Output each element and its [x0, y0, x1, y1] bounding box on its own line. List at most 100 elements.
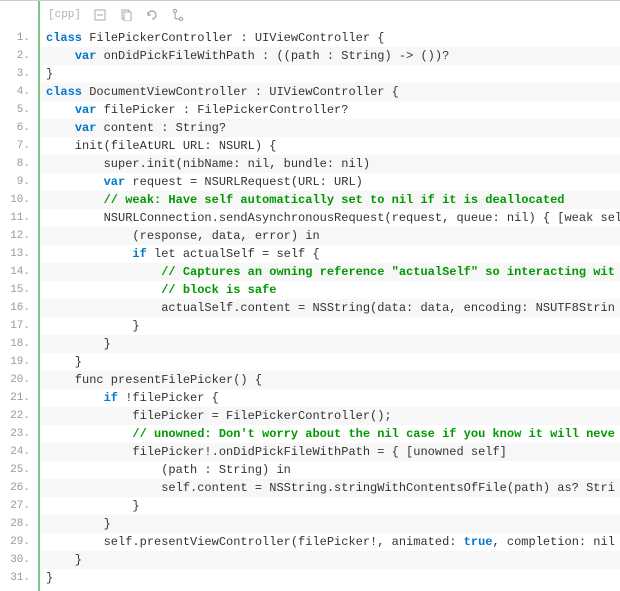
code-line: func presentFilePicker() {: [40, 371, 620, 389]
line-number: 20.: [0, 371, 38, 389]
line-number: 11.: [0, 209, 38, 227]
text-token: request = NSURLRequest(URL: URL): [125, 175, 363, 189]
code-line: // block is safe: [40, 281, 620, 299]
code-line: class DocumentViewController : UIViewCon…: [40, 83, 620, 101]
code-line: }: [40, 335, 620, 353]
line-number: 13.: [0, 245, 38, 263]
code-line: }: [40, 317, 620, 335]
text-token: [46, 121, 75, 135]
text-token: let actualSelf = self {: [147, 247, 320, 261]
code-snippet-container: 1.2.3.4.5.6.7.8.9.10.11.12.13.14.15.16.1…: [0, 0, 620, 591]
line-number: 23.: [0, 425, 38, 443]
line-number-gutter: 1.2.3.4.5.6.7.8.9.10.11.12.13.14.15.16.1…: [0, 1, 40, 591]
line-number: 1.: [0, 29, 38, 47]
text-token: (path : String) in: [46, 463, 291, 477]
line-number: 6.: [0, 119, 38, 137]
text-token: onDidPickFileWithPath : ((path : String)…: [96, 49, 449, 63]
code-line: init(fileAtURL URL: NSURL) {: [40, 137, 620, 155]
text-token: !filePicker {: [118, 391, 219, 405]
text-token: [46, 283, 161, 297]
line-number: 15.: [0, 281, 38, 299]
line-number: 8.: [0, 155, 38, 173]
line-number: 5.: [0, 101, 38, 119]
line-number: 28.: [0, 515, 38, 533]
code-line: self.content = NSString.stringWithConten…: [40, 479, 620, 497]
code-line: // Captures an owning reference "actualS…: [40, 263, 620, 281]
keyword-token: var: [75, 103, 97, 117]
line-number: 27.: [0, 497, 38, 515]
diff-icon[interactable]: [171, 8, 185, 22]
text-token: [46, 265, 161, 279]
code-line: var onDidPickFileWithPath : ((path : Str…: [40, 47, 620, 65]
text-token: actualSelf.content = NSString(data: data…: [46, 301, 615, 315]
code-line: NSURLConnection.sendAsynchronousRequest(…: [40, 209, 620, 227]
text-token: }: [46, 553, 82, 567]
text-token: func presentFilePicker() {: [46, 373, 262, 387]
line-number: 17.: [0, 317, 38, 335]
code-line: (response, data, error) in: [40, 227, 620, 245]
line-number: 26.: [0, 479, 38, 497]
comment-token: // block is safe: [161, 283, 276, 297]
code-line: }: [40, 353, 620, 371]
text-token: [46, 49, 75, 63]
code-line: self.presentViewController(filePicker!, …: [40, 533, 620, 551]
line-number: 9.: [0, 173, 38, 191]
code-line: super.init(nibName: nil, bundle: nil): [40, 155, 620, 173]
line-number: 10.: [0, 191, 38, 209]
text-token: , completion: nil: [492, 535, 614, 549]
code-line: }: [40, 497, 620, 515]
text-token: }: [46, 571, 53, 585]
keyword-token: class: [46, 85, 89, 99]
text-token: }: [46, 355, 82, 369]
text-token: }: [46, 67, 53, 81]
snippet-toolbar: [cpp]: [40, 1, 620, 29]
text-token: [46, 247, 132, 261]
text-token: FilePickerController : UIViewController …: [89, 31, 384, 45]
text-token: NSURLConnection.sendAsynchronousRequest(…: [46, 211, 620, 225]
line-number: 14.: [0, 263, 38, 281]
code-line: }: [40, 551, 620, 569]
comment-token: // weak: Have self automatically set to …: [104, 193, 565, 207]
code-line: }: [40, 65, 620, 83]
line-number: 31.: [0, 569, 38, 587]
line-number: 19.: [0, 353, 38, 371]
literal-token: true: [464, 535, 493, 549]
code-line: var content : String?: [40, 119, 620, 137]
text-token: }: [46, 337, 111, 351]
refresh-icon[interactable]: [145, 8, 159, 22]
code-line: // weak: Have self automatically set to …: [40, 191, 620, 209]
keyword-token: if: [104, 391, 118, 405]
text-token: self.content = NSString.stringWithConten…: [46, 481, 615, 495]
comment-token: // Captures an owning reference "actualS…: [161, 265, 615, 279]
code-line: }: [40, 515, 620, 533]
main-panel: [cpp] class FilePickerController : UIVie…: [40, 1, 620, 591]
text-token: self.presentViewController(filePicker!, …: [46, 535, 464, 549]
line-number: 29.: [0, 533, 38, 551]
collapse-icon[interactable]: [93, 8, 107, 22]
keyword-token: var: [75, 121, 97, 135]
code-line: // unowned: Don't worry about the nil ca…: [40, 425, 620, 443]
code-line: filePicker = FilePickerController();: [40, 407, 620, 425]
language-tag: [cpp]: [48, 9, 81, 21]
text-token: filePicker : FilePickerController?: [96, 103, 348, 117]
keyword-token: var: [104, 175, 126, 189]
text-token: }: [46, 499, 140, 513]
code-line: var request = NSURLRequest(URL: URL): [40, 173, 620, 191]
keyword-token: var: [75, 49, 97, 63]
text-token: (response, data, error) in: [46, 229, 320, 243]
text-token: super.init(nibName: nil, bundle: nil): [46, 157, 370, 171]
line-number: 2.: [0, 47, 38, 65]
text-token: [46, 175, 104, 189]
copy-icon[interactable]: [119, 8, 133, 22]
code-line: (path : String) in: [40, 461, 620, 479]
line-number: 7.: [0, 137, 38, 155]
text-token: content : String?: [96, 121, 226, 135]
text-token: [46, 193, 104, 207]
text-token: [46, 103, 75, 117]
text-token: filePicker = FilePickerController();: [46, 409, 392, 423]
comment-token: // unowned: Don't worry about the nil ca…: [132, 427, 614, 441]
line-number: 30.: [0, 551, 38, 569]
code-line: actualSelf.content = NSString(data: data…: [40, 299, 620, 317]
code-line: class FilePickerController : UIViewContr…: [40, 29, 620, 47]
text-token: }: [46, 319, 140, 333]
